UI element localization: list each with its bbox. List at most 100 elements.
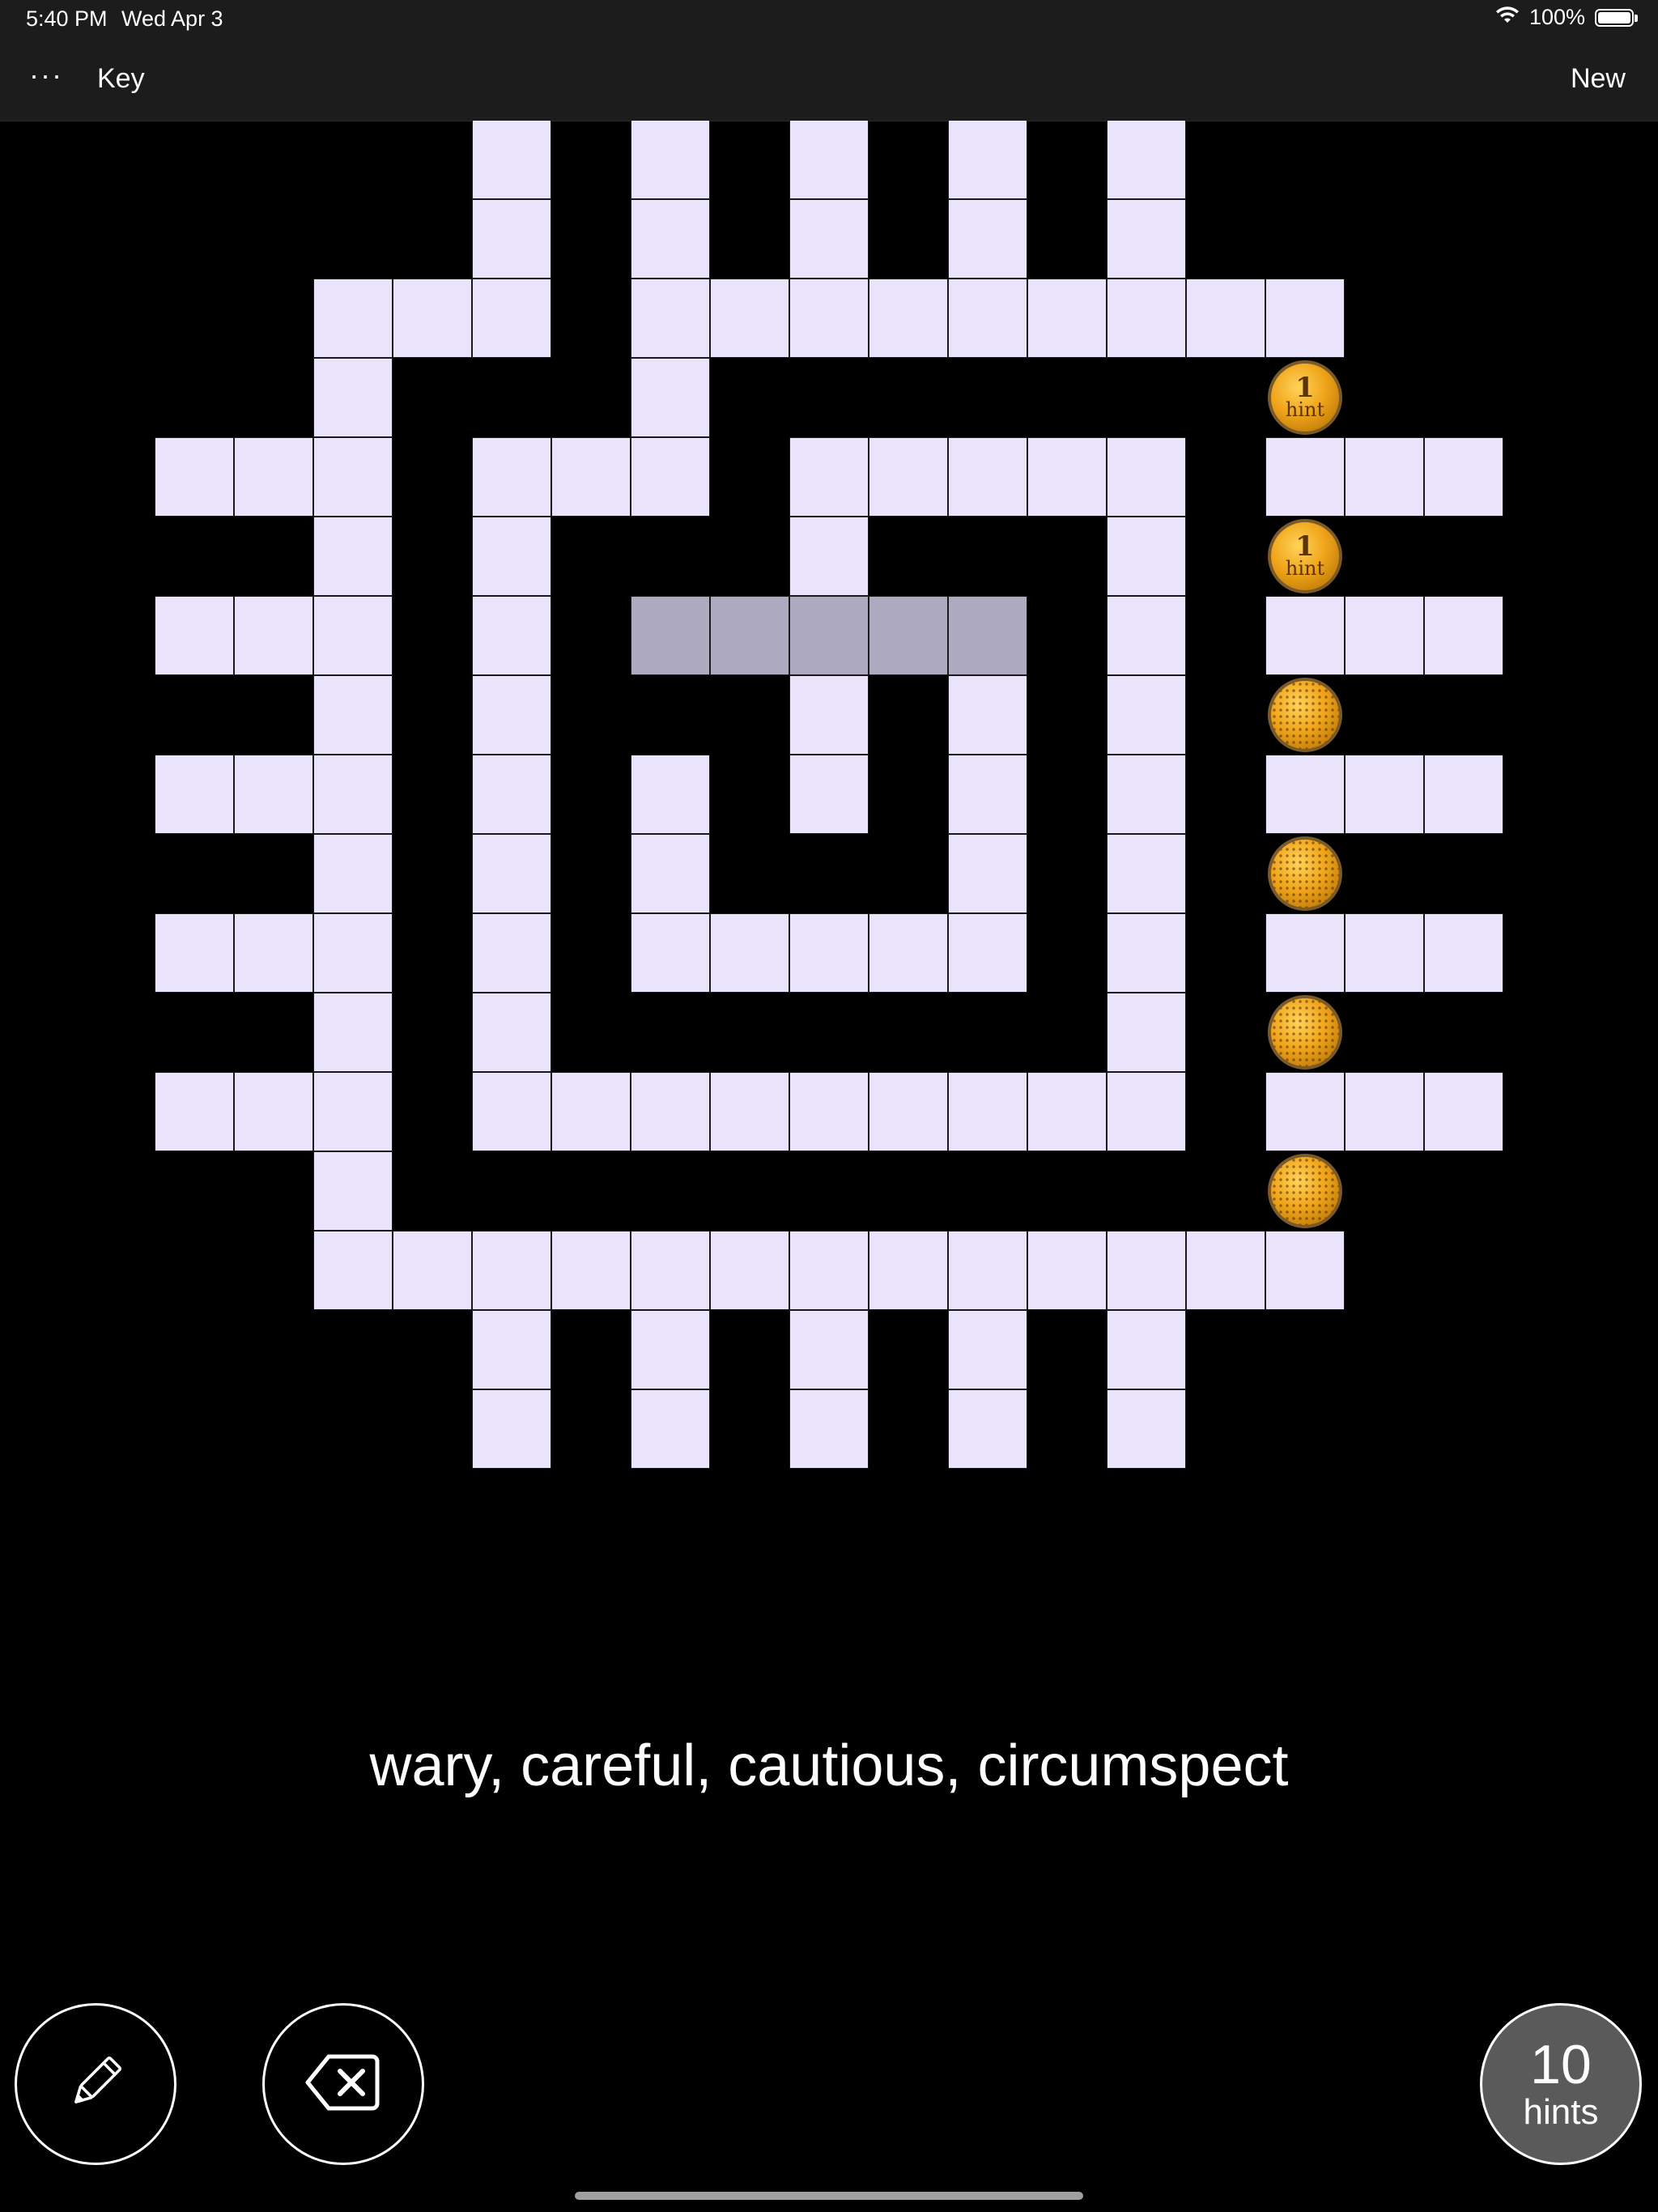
grid-cell[interactable] (313, 1072, 393, 1151)
grid-cell[interactable] (1265, 279, 1345, 358)
grid-cell[interactable] (1265, 913, 1345, 993)
grid-cell[interactable] (789, 437, 869, 517)
grid-cell[interactable] (1107, 596, 1186, 675)
grid-cell[interactable] (155, 1072, 234, 1151)
grid-cell[interactable] (313, 279, 393, 358)
grid-cell[interactable] (1265, 1231, 1345, 1310)
grid-cell[interactable] (631, 1072, 710, 1151)
grid-cell[interactable] (1424, 1072, 1503, 1151)
grid-cell[interactable] (948, 437, 1027, 517)
grid-cell[interactable] (710, 1231, 789, 1310)
grid-cell[interactable] (1424, 755, 1503, 834)
grid-cell[interactable] (789, 517, 869, 596)
grid-cell[interactable] (472, 120, 551, 199)
grid-cell[interactable] (948, 834, 1027, 913)
grid-cell[interactable] (948, 1072, 1027, 1151)
grid-cell[interactable] (1027, 279, 1107, 358)
grid-cell[interactable] (948, 199, 1027, 279)
grid-cell[interactable] (1345, 755, 1424, 834)
grid-cell[interactable] (869, 1072, 948, 1151)
grid-cell[interactable] (631, 1389, 710, 1469)
grid-cell[interactable] (1027, 1231, 1107, 1310)
grid-cell[interactable] (472, 1310, 551, 1389)
grid-cell[interactable] (313, 358, 393, 437)
grid-cell[interactable] (551, 1231, 631, 1310)
grid-cell[interactable] (155, 437, 234, 517)
grid-cell[interactable] (869, 279, 948, 358)
grid-cell[interactable] (1107, 199, 1186, 279)
grid-cell[interactable] (393, 279, 472, 358)
grid-cell[interactable] (1107, 675, 1186, 755)
grid-cell[interactable] (631, 834, 710, 913)
grid-cell[interactable] (1424, 913, 1503, 993)
grid-cell[interactable] (1107, 279, 1186, 358)
grid-cell[interactable] (313, 834, 393, 913)
grid-cell[interactable] (631, 1310, 710, 1389)
hints-button[interactable]: 10 hints (1480, 2003, 1642, 2165)
grid-cell[interactable] (948, 755, 1027, 834)
home-indicator[interactable] (575, 2192, 1083, 2200)
grid-cell[interactable] (472, 199, 551, 279)
grid-cell[interactable] (234, 437, 313, 517)
grid-cell[interactable] (155, 596, 234, 675)
grid-cell[interactable] (1107, 1231, 1186, 1310)
hint-coin[interactable] (1268, 1154, 1342, 1228)
grid-cell[interactable] (948, 1310, 1027, 1389)
grid-cell[interactable] (313, 1231, 393, 1310)
grid-cell[interactable] (789, 199, 869, 279)
grid-cell[interactable] (948, 1389, 1027, 1469)
grid-cell-selected[interactable] (948, 596, 1027, 675)
grid-cell[interactable] (869, 913, 948, 993)
grid-cell[interactable] (472, 437, 551, 517)
grid-cell[interactable] (1265, 1072, 1345, 1151)
grid-cell[interactable] (789, 755, 869, 834)
grid-cell[interactable] (472, 517, 551, 596)
grid-cell[interactable] (789, 675, 869, 755)
grid-cell[interactable] (551, 1072, 631, 1151)
grid-cell[interactable] (1186, 279, 1265, 358)
hint-coin[interactable] (1268, 678, 1342, 752)
grid-cell[interactable] (472, 1389, 551, 1469)
grid-cell[interactable] (710, 1072, 789, 1151)
grid-cell-selected[interactable] (789, 596, 869, 675)
grid-cell[interactable] (789, 913, 869, 993)
grid-cell[interactable] (948, 1231, 1027, 1310)
grid-cell[interactable] (1107, 913, 1186, 993)
grid-cell[interactable] (472, 834, 551, 913)
grid-cell-selected[interactable] (710, 596, 789, 675)
grid-cell[interactable] (710, 279, 789, 358)
grid-cell[interactable] (1107, 1072, 1186, 1151)
grid-cell[interactable] (313, 913, 393, 993)
grid-cell[interactable] (631, 913, 710, 993)
hint-coin[interactable]: 1 hint (1268, 360, 1342, 435)
grid-cell[interactable] (313, 1151, 393, 1231)
grid-cell[interactable] (1027, 437, 1107, 517)
grid-cell[interactable] (155, 755, 234, 834)
grid-cell[interactable] (1107, 120, 1186, 199)
grid-cell[interactable] (1027, 1072, 1107, 1151)
grid-cell[interactable] (948, 279, 1027, 358)
grid-cell[interactable] (1107, 517, 1186, 596)
grid-cell[interactable] (472, 993, 551, 1072)
grid-cell[interactable] (869, 1231, 948, 1310)
grid-cell[interactable] (234, 755, 313, 834)
grid-cell[interactable] (551, 437, 631, 517)
grid-cell[interactable] (1345, 437, 1424, 517)
grid-cell[interactable] (631, 358, 710, 437)
grid-cell[interactable] (789, 120, 869, 199)
pencil-button[interactable] (15, 2003, 176, 2165)
grid-cell[interactable] (472, 913, 551, 993)
grid-cell[interactable] (1107, 437, 1186, 517)
grid-cell[interactable] (789, 1310, 869, 1389)
grid-cell[interactable] (631, 755, 710, 834)
grid-cell[interactable] (472, 675, 551, 755)
grid-cell[interactable] (313, 993, 393, 1072)
grid-cell[interactable] (1107, 1389, 1186, 1469)
grid-cell[interactable] (789, 279, 869, 358)
grid-cell[interactable] (948, 120, 1027, 199)
grid-cell[interactable] (1265, 437, 1345, 517)
grid-cell[interactable] (1265, 596, 1345, 675)
grid-cell[interactable] (472, 1072, 551, 1151)
grid-cell[interactable] (710, 913, 789, 993)
hint-coin[interactable] (1268, 995, 1342, 1070)
